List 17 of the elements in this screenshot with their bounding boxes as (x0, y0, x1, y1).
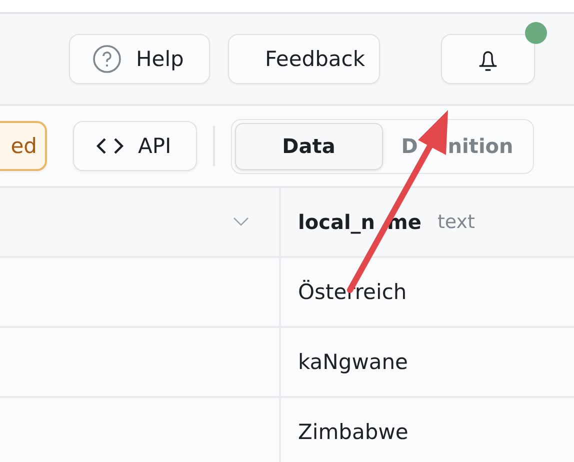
code-icon (96, 136, 124, 156)
help-icon (92, 44, 122, 74)
view-tab[interactable]: Data (235, 122, 382, 170)
chevron-down-icon[interactable] (233, 217, 249, 227)
tab-label: nition (448, 134, 514, 158)
notifications-button[interactable] (441, 34, 535, 84)
help-button[interactable]: Help (69, 34, 210, 84)
table-cell: Zimbabwe (298, 420, 408, 444)
view-tab[interactable]: D nition (384, 122, 530, 170)
feedback-button[interactable]: Feedback (228, 34, 380, 84)
table-cell: Österreich (298, 280, 407, 304)
table-cell: kaNgwane (298, 350, 408, 374)
status-button[interactable]: ed (0, 121, 47, 171)
api-button[interactable]: API (73, 121, 197, 171)
tab-label: D (401, 134, 418, 158)
column-type: text (437, 211, 475, 233)
column-name: local_n (298, 210, 376, 234)
